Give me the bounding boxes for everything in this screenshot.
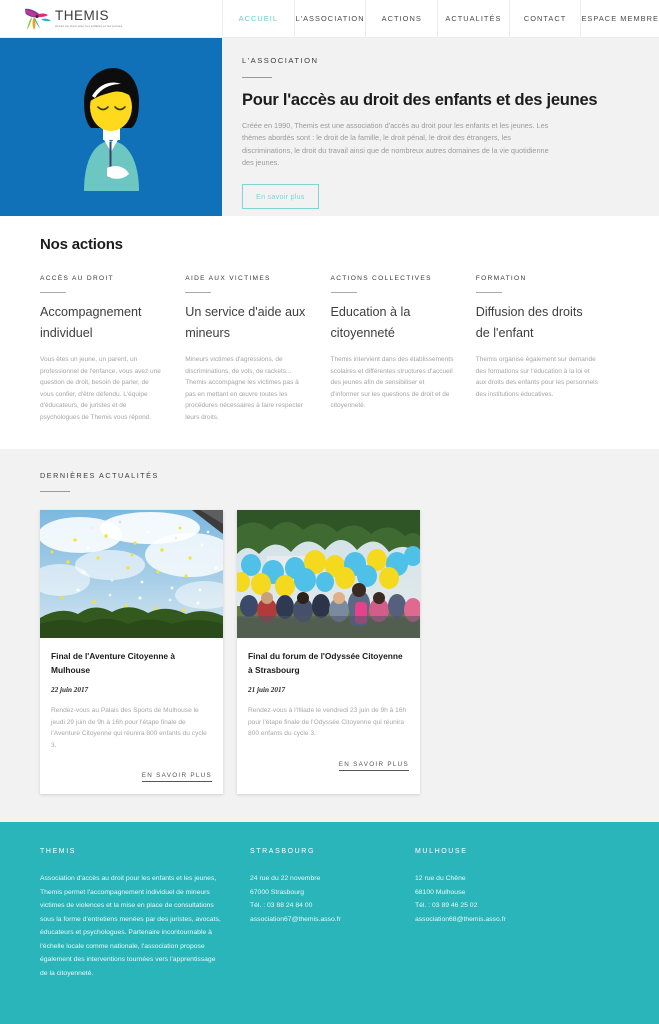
site-footer: THEMIS Association d'accès au droit pour… [0,822,659,1024]
action-heading: Education à la citoyenneté [330,305,411,340]
hero-divider [242,77,272,78]
news-card-read-more-link[interactable]: EN SAVOIR PLUS [141,772,212,783]
news-card-text: Rendez-vous à l'Illiade le vendredi 23 j… [248,707,407,738]
action-body: Themis intervient dans des établissement… [330,356,454,409]
actions-section-title: Nos actions [40,236,123,253]
logo-subtitle: Accès au droit pour les enfants et les j… [55,23,123,28]
footer-office-heading: MULHOUSE [415,848,468,856]
news-card-read-more-link[interactable]: EN SAVOIR PLUS [338,761,409,771]
action-divider [40,292,66,293]
action-divider [330,292,357,293]
footer-about-text: Association d'accès au droit pour les en… [40,875,221,977]
news-divider [40,491,70,492]
nav-item-espace-membre[interactable]: ESPACE MEMBRE [580,0,659,38]
news-grid: Final de l'Aventure Citoyenne à Mulhouse… [40,510,659,795]
nav-item-lassociation[interactable]: L'ASSOCIATION [293,0,366,38]
action-body: Vous êtes un jeune, un parent, un profes… [40,356,161,421]
nav-item-accueil[interactable]: ACCUEIL [222,0,294,38]
site-header: THEMIS Accès au droit pour les enfants e… [0,0,659,38]
hero-description: Créée en 1990, Themis est une associatio… [242,121,549,168]
news-card-title: Final du forum de l'Odyssée Citoyenne à … [248,651,403,675]
footer-office-city: 67000 Strasbourg [250,888,305,896]
footer-office-street: 24 rue du 22 novembre [250,875,321,883]
logo-text: THEMIS Accès au droit pour les enfants e… [55,7,123,29]
action-kicker: FORMATION [475,275,527,282]
footer-about-column: THEMIS Association d'accès au droit pour… [40,848,250,1024]
action-card-formation: FORMATION Diffusion des droits de l'enfa… [475,275,621,423]
news-card-text: Rendez-vous au Palais des Sports de Mulh… [51,707,207,749]
hero-section: L'ASSOCIATION Pour l'accès au droit des … [0,38,659,216]
action-kicker: ACCÈS AU DROIT [40,275,114,282]
footer-office-email[interactable]: association68@themis.asso.fr [415,913,595,927]
balloons-in-sky-photo [40,510,223,638]
footer-about-heading: THEMIS [40,848,77,856]
crowd-with-balloons-photo [237,510,420,638]
main-navigation: ACCUEIL L'ASSOCIATION ACTIONS ACTUALITÉS… [222,0,659,38]
site-logo[interactable]: THEMIS Accès au droit pour les enfants e… [0,0,222,38]
action-heading: Accompagnement individuel [40,305,142,340]
news-card-date: 22 juin 2017 [51,686,89,694]
action-card-aide-aux-victimes: AIDE AUX VICTIMES Un service d'aide aux … [185,275,330,423]
nav-item-actions[interactable]: ACTIONS [365,0,437,38]
news-card-link-row: EN SAVOIR PLUS [51,764,212,783]
action-divider [185,292,212,293]
actions-section: Nos actions ACCÈS AU DROIT Accompagnemen… [0,216,659,449]
footer-office-phone[interactable]: Tél. : 03 89 46 25 02 [415,899,595,913]
footer-office-phone[interactable]: Tél. : 03 88 24 84 00 [250,899,415,913]
action-kicker: ACTIONS COLLECTIVES [330,275,432,282]
bird-logo-icon [25,8,51,30]
footer-office-street: 12 rue du Chêne [415,875,466,883]
news-section-title: DERNIÈRES ACTUALITÉS [40,471,159,480]
nav-item-contact[interactable]: CONTACT [508,0,581,38]
news-card[interactable]: Final du forum de l'Odyssée Citoyenne à … [237,510,420,795]
page-root: THEMIS Accès au droit pour les enfants e… [0,0,659,1024]
action-heading: Un service d'aide aux mineurs [185,305,306,340]
hero-illustration-panel [0,38,222,216]
footer-office-strasbourg: STRASBOURG 24 rue du 22 novembre 67000 S… [250,848,415,1024]
news-card-date: 21 juin 2017 [248,686,286,694]
footer-office-mulhouse: MULHOUSE 12 rue du Chêne 68100 Mulhouse … [415,848,595,1024]
hero-content-panel: L'ASSOCIATION Pour l'accès au droit des … [222,38,659,216]
footer-office-heading: STRASBOURG [250,848,316,856]
hero-learn-more-button[interactable]: En savoir plus [242,183,319,209]
news-card-body: Final du forum de l'Odyssée Citoyenne à … [237,638,420,783]
action-card-acces-au-droit: ACCÈS AU DROIT Accompagnement individuel… [40,275,185,423]
action-body: Mineurs victimes d'agressions, de discri… [185,356,304,421]
action-heading: Diffusion des droits de l'enfant [475,305,583,340]
action-card-actions-collectives: ACTIONS COLLECTIVES Education à la citoy… [330,275,476,423]
footer-office-city: 68100 Mulhouse [415,888,466,896]
actions-grid: ACCÈS AU DROIT Accompagnement individuel… [40,275,621,423]
news-card-body: Final de l'Aventure Citoyenne à Mulhouse… [40,638,223,794]
footer-office-email[interactable]: association67@themis.asso.fr [250,913,415,927]
news-card-title: Final de l'Aventure Citoyenne à Mulhouse [51,651,176,675]
news-card-link-row: EN SAVOIR PLUS [248,753,409,771]
hero-title: Pour l'accès au droit des enfants et des… [242,91,598,109]
person-illustration [84,68,139,191]
nav-item-actualites[interactable]: ACTUALITÉS [437,0,509,38]
action-body: Themis organise également sur demande de… [475,356,598,398]
action-kicker: AIDE AUX VICTIMES [185,275,271,282]
logo-title: THEMIS [55,7,110,23]
news-section: DERNIÈRES ACTUALITÉS Final de l'Aventure… [0,449,659,823]
action-divider [475,292,502,293]
news-card[interactable]: Final de l'Aventure Citoyenne à Mulhouse… [40,510,223,795]
hero-eyebrow: L'ASSOCIATION [242,56,319,65]
